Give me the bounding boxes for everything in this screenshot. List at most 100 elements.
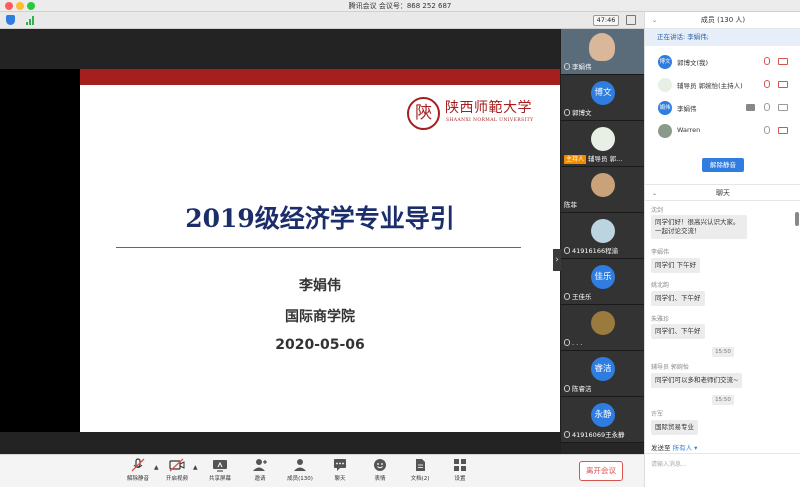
member-row[interactable]: Warren <box>645 121 800 141</box>
send-to-target[interactable]: 所有人 <box>673 444 693 452</box>
settings-button[interactable]: 设置 <box>440 458 480 482</box>
participant-video-feed <box>589 33 615 61</box>
video-tile-name: 41916069王永静 <box>564 430 644 440</box>
chat-message: 同学们、下午好 <box>651 291 705 306</box>
slide-letterbox <box>0 69 80 432</box>
camera-off-icon[interactable] <box>778 127 788 134</box>
video-tile-name: 陈菲 <box>564 201 577 209</box>
screen-share-icon <box>746 104 755 111</box>
settings-icon <box>454 459 466 471</box>
chevron-down-icon[interactable]: ⌄ <box>652 185 657 202</box>
chevron-down-icon[interactable]: ⌄ <box>652 12 657 29</box>
mic-icon <box>564 431 570 438</box>
slide-divider <box>116 247 521 248</box>
chat-button[interactable]: 聊天 <box>320 458 360 482</box>
chat-message: 同学们、下午好 <box>651 324 705 339</box>
video-tile[interactable]: 博文 郭博文 <box>561 75 644 121</box>
security-shield-icon[interactable] <box>6 15 15 25</box>
chat-timestamp: 15:50 <box>712 395 734 405</box>
chat-input[interactable]: 请输入消息... <box>645 453 800 487</box>
video-tile[interactable]: 41916166程渝 <box>561 213 644 259</box>
members-button[interactable]: 成员(130) <box>280 458 320 482</box>
video-tile[interactable]: 陈菲 <box>561 167 644 213</box>
signal-strength-icon[interactable] <box>26 16 35 25</box>
slide-date: 2020-05-06 <box>275 337 365 353</box>
camera-off-icon[interactable] <box>778 81 788 88</box>
chat-panel-header[interactable]: ⌄ 聊天 <box>645 184 800 201</box>
camera-off-icon <box>169 458 185 472</box>
unmute-button[interactable]: 解除静音 <box>118 458 158 482</box>
video-tile[interactable]: 佳乐 王佳乐 <box>561 259 644 305</box>
mic-icon[interactable] <box>764 103 770 111</box>
settings-label: 设置 <box>454 476 466 482</box>
meeting-timer: 47:46 <box>593 15 619 26</box>
avatar: 佳乐 <box>591 265 615 289</box>
video-tile[interactable]: . . . <box>561 305 644 351</box>
chat-sender: 朱雅珍 <box>651 316 670 323</box>
video-tile[interactable]: 睿洁 陈睿洁 <box>561 351 644 397</box>
member-row[interactable]: 娟伟 李娟伟 <box>645 98 800 118</box>
chat-timestamp: 15:50 <box>712 347 734 357</box>
emoji-button[interactable]: 表情 <box>360 458 400 482</box>
meeting-app: 腾讯会议 会议号：868 252 687 47:46 陝 陕西师範大学 SHAA… <box>0 0 800 487</box>
slide-school: 国际商学院 <box>285 309 355 325</box>
slide-title: 2019级经济学专业导引 <box>185 204 455 233</box>
video-tile-name: . . . <box>564 338 644 348</box>
start-video-label: 开启视频 <box>165 476 188 482</box>
camera-icon[interactable] <box>778 104 788 111</box>
video-tile[interactable]: 李娟伟 <box>561 29 644 75</box>
avatar: 博文 <box>658 55 672 69</box>
meeting-main: 47:46 陝 陕西师範大学 SHAANXI NORMAL UNIVERSITY… <box>0 12 644 487</box>
chat-message: 国际贸易专业 <box>651 420 698 435</box>
video-tile-name: 41916166程渝 <box>564 246 644 256</box>
video-options-caret[interactable]: ▲ <box>193 464 198 471</box>
invite-button[interactable]: 邀请 <box>240 458 280 482</box>
window-title: 腾讯会议 会议号：868 252 687 <box>348 2 452 10</box>
fullscreen-icon[interactable] <box>626 15 636 25</box>
side-panel: ⌄ 成员 (130 人) 正在讲话: 李娟伟; 博文 郭博文(我) 辅导员 郭婉… <box>644 12 800 487</box>
host-badge: 主持人 <box>564 155 587 164</box>
mic-muted-icon[interactable] <box>764 57 770 65</box>
video-tile[interactable]: 永静 41916069王永静 <box>561 397 644 443</box>
chevron-down-icon[interactable]: ▾ <box>692 444 697 452</box>
member-name: 辅导员 郭婉怡(主持人) <box>677 82 743 90</box>
emoji-icon <box>374 459 386 471</box>
member-row[interactable]: 博文 郭博文(我) <box>645 52 800 72</box>
collapse-strip-button[interactable]: › <box>553 249 561 271</box>
mic-icon <box>564 385 570 392</box>
mic-icon[interactable] <box>764 126 770 134</box>
documents-label: 文档(2) <box>410 476 430 482</box>
video-tile-name: 主持人 辅导员 郭... <box>564 155 623 164</box>
avatar <box>658 78 672 92</box>
video-tile-name: 李娟伟 <box>564 62 644 72</box>
video-tile[interactable]: 主持人 辅导员 郭... <box>561 121 644 167</box>
share-screen-icon <box>213 460 227 472</box>
send-to-selector[interactable]: 发送至 所有人 ▾ <box>651 442 697 452</box>
slide-presenter: 李娟伟 <box>299 278 341 294</box>
mic-muted-icon[interactable] <box>764 80 770 88</box>
invite-label: 邀请 <box>254 476 266 482</box>
member-row[interactable]: 辅导员 郭婉怡(主持人) <box>645 75 800 95</box>
chat-sender: 辅导员 郭婉怡 <box>651 364 689 371</box>
leave-meeting-button[interactable]: 离开会议 <box>579 461 623 481</box>
start-video-button[interactable]: 开启视频 <box>157 458 197 482</box>
avatar: 娟伟 <box>658 101 672 115</box>
share-screen-button[interactable]: 共享屏幕 <box>200 458 240 482</box>
member-name: 郭博文(我) <box>677 59 709 67</box>
meeting-status-bar: 47:46 <box>0 12 644 29</box>
avatar: 睿洁 <box>591 357 615 381</box>
unmute-all-button[interactable]: 解除静音 <box>702 158 744 172</box>
chat-panel-title: 聊天 <box>716 189 730 197</box>
chat-scrollbar[interactable] <box>795 212 799 226</box>
avatar <box>591 219 615 243</box>
shared-screen-area: 陝 陕西师範大学 SHAANXI NORMAL UNIVERSITY 2019级… <box>0 29 561 454</box>
members-panel-header[interactable]: ⌄ 成员 (130 人) <box>645 12 800 29</box>
chat-sender: 姚北韵 <box>651 282 670 289</box>
camera-off-icon[interactable] <box>778 58 788 65</box>
video-tile-name: 王佳乐 <box>564 292 644 302</box>
mic-icon <box>564 109 570 116</box>
mic-icon <box>564 293 570 300</box>
chat-label: 聊天 <box>334 476 346 482</box>
avatar: 博文 <box>591 81 615 105</box>
documents-button[interactable]: 文档(2) <box>400 458 440 482</box>
